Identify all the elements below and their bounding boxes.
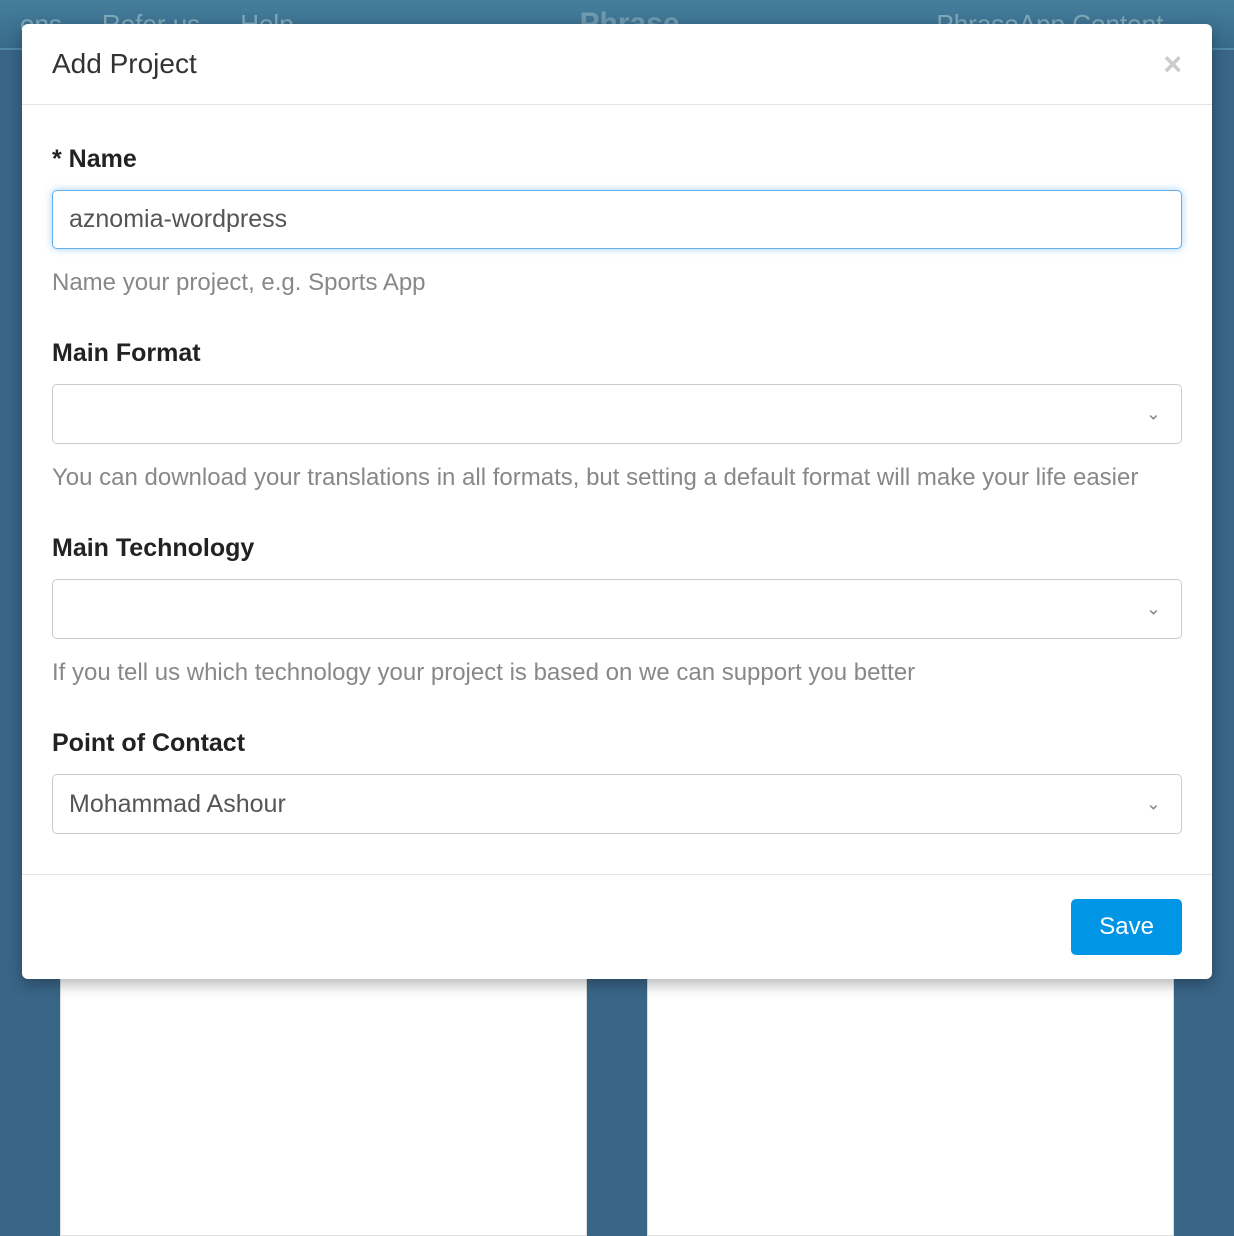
name-label: * Name: [52, 145, 1182, 174]
format-field-group: Main Format ⌄ You can download your tran…: [52, 339, 1182, 496]
chevron-down-icon: ⌄: [1146, 404, 1161, 425]
contact-select[interactable]: Mohammad Ashour ⌄: [52, 774, 1182, 834]
name-input[interactable]: [52, 190, 1182, 249]
name-help-text: Name your project, e.g. Sports App: [52, 265, 1182, 301]
technology-select[interactable]: ⌄: [52, 579, 1182, 639]
modal-header: Add Project ×: [22, 24, 1212, 105]
format-help-text: You can download your translations in al…: [52, 460, 1182, 496]
chevron-down-icon: ⌄: [1146, 599, 1161, 620]
close-button[interactable]: ×: [1163, 48, 1182, 80]
technology-label: Main Technology: [52, 534, 1182, 563]
contact-label: Point of Contact: [52, 729, 1182, 758]
contact-field-group: Point of Contact Mohammad Ashour ⌄: [52, 729, 1182, 834]
technology-help-text: If you tell us which technology your pro…: [52, 655, 1182, 691]
save-button[interactable]: Save: [1071, 899, 1182, 955]
chevron-down-icon: ⌄: [1146, 794, 1161, 815]
format-label: Main Format: [52, 339, 1182, 368]
modal-body: * Name Name your project, e.g. Sports Ap…: [22, 105, 1212, 874]
name-field-group: * Name Name your project, e.g. Sports Ap…: [52, 145, 1182, 301]
add-project-modal: Add Project × * Name Name your project, …: [22, 24, 1212, 979]
modal-footer: Save: [22, 874, 1212, 979]
modal-title: Add Project: [52, 48, 197, 80]
technology-field-group: Main Technology ⌄ If you tell us which t…: [52, 534, 1182, 691]
format-select[interactable]: ⌄: [52, 384, 1182, 444]
close-icon: ×: [1163, 46, 1182, 82]
